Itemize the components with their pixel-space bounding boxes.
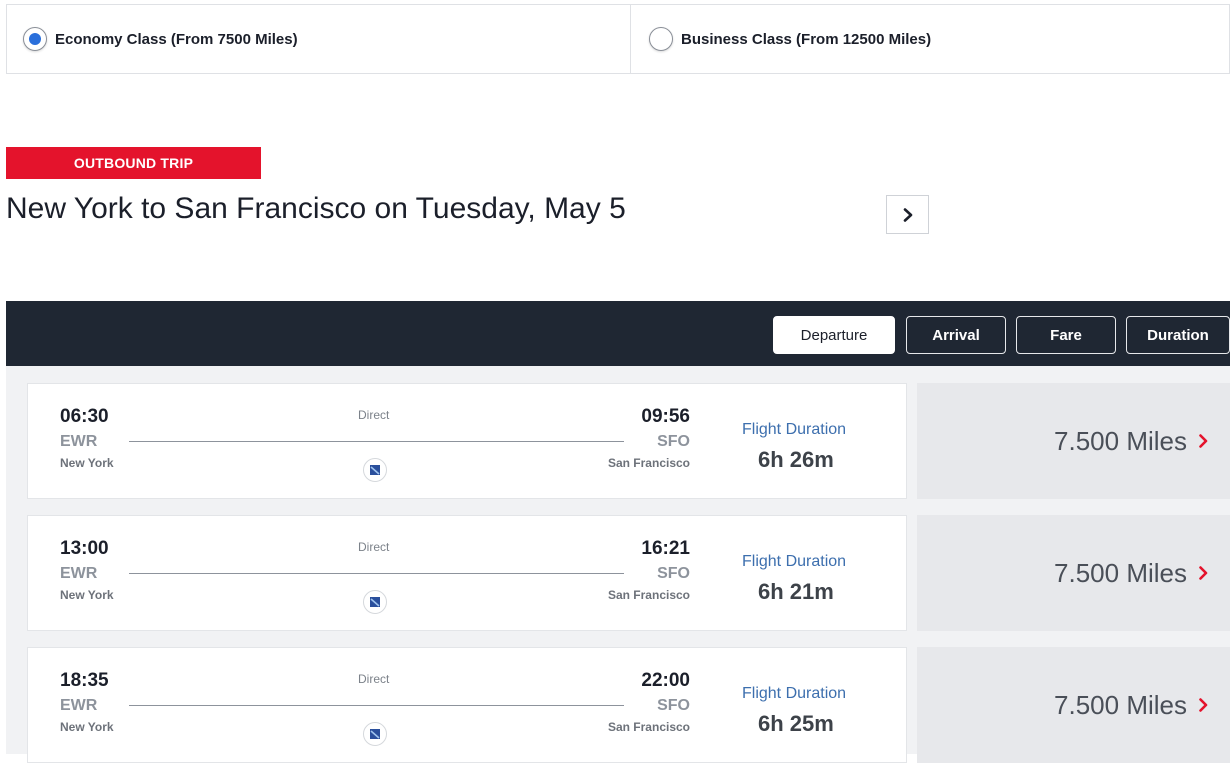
route-line (129, 573, 624, 574)
next-day-button[interactable] (886, 195, 929, 234)
flight-card[interactable]: 06:30 EWR New York Direct 09:56 SFO San … (27, 383, 907, 499)
cabin-option-economy[interactable]: Economy Class (From 7500 Miles) (7, 5, 630, 73)
arrival-time: 16:21 (641, 538, 690, 559)
route-line (129, 441, 624, 442)
economy-label: Economy Class (From 7500 Miles) (55, 30, 298, 48)
arrival-airport-code: SFO (657, 433, 690, 450)
airline-logo-icon (363, 458, 387, 482)
departure-time: 18:35 (60, 670, 109, 691)
chevron-right-icon (1199, 434, 1208, 448)
flight-duration-value: 6h 25m (758, 711, 834, 736)
flight-results-list: 06:30 EWR New York Direct 09:56 SFO San … (6, 366, 1230, 763)
cabin-option-business[interactable]: Business Class (From 12500 Miles) (630, 5, 1229, 73)
fare-price: 7.500 Miles (1054, 557, 1187, 588)
fare-button[interactable]: 7.500 Miles (917, 647, 1230, 763)
arrival-city: San Francisco (607, 456, 690, 470)
stops-label: Direct (358, 672, 390, 686)
flight-card[interactable]: 18:35 EWR New York Direct 22:00 SFO San … (27, 647, 907, 763)
flight-card[interactable]: 13:00 EWR New York Direct 16:21 SFO San … (27, 515, 907, 631)
sort-bar: Departure Arrival Fare Duration (6, 301, 1230, 366)
business-label: Business Class (From 12500 Miles) (681, 30, 932, 48)
chevron-right-icon (1199, 698, 1208, 712)
outbound-trip-badge: OUTBOUND TRIP (6, 147, 261, 179)
business-radio[interactable] (649, 27, 673, 51)
departure-airport-code: EWR (60, 565, 98, 582)
departure-city: New York (60, 720, 114, 734)
sort-fare-button[interactable]: Fare (1016, 316, 1116, 354)
route-line (129, 705, 624, 706)
stops-label: Direct (358, 408, 390, 422)
chevron-right-icon (903, 207, 912, 222)
arrival-time: 09:56 (641, 406, 690, 427)
sort-departure-button[interactable]: Departure (773, 316, 895, 354)
arrival-airport-code: SFO (657, 565, 690, 582)
airline-logo-icon (363, 590, 387, 614)
flight-duration-label: Flight Duration (742, 685, 847, 702)
sort-duration-button[interactable]: Duration (1126, 316, 1230, 354)
arrival-airport-code: SFO (657, 697, 690, 714)
flight-duration-label: Flight Duration (742, 421, 847, 438)
arrival-city: San Francisco (607, 720, 690, 734)
departure-airport-code: EWR (60, 433, 98, 450)
sort-arrival-button[interactable]: Arrival (906, 316, 1006, 354)
airline-logo-icon (363, 722, 387, 746)
flight-duration-value: 6h 21m (758, 579, 834, 604)
fare-button[interactable]: 7.500 Miles (917, 515, 1230, 631)
chevron-right-icon (1199, 566, 1208, 580)
stops-label: Direct (358, 540, 390, 554)
economy-radio[interactable] (23, 27, 47, 51)
departure-city: New York (60, 456, 114, 470)
departure-time: 13:00 (60, 538, 109, 559)
arrival-city: San Francisco (607, 588, 690, 602)
departure-airport-code: EWR (60, 697, 98, 714)
flight-duration-label: Flight Duration (742, 553, 847, 570)
arrival-time: 22:00 (641, 670, 690, 691)
departure-city: New York (60, 588, 114, 602)
fare-button[interactable]: 7.500 Miles (917, 383, 1230, 499)
cabin-class-selector: Economy Class (From 7500 Miles) Business… (6, 4, 1230, 74)
trip-title: New York to San Francisco on Tuesday, Ma… (6, 192, 626, 225)
fare-price: 7.500 Miles (1054, 425, 1187, 456)
departure-time: 06:30 (60, 406, 109, 427)
flight-duration-value: 6h 26m (758, 447, 834, 472)
fare-price: 7.500 Miles (1054, 689, 1187, 720)
